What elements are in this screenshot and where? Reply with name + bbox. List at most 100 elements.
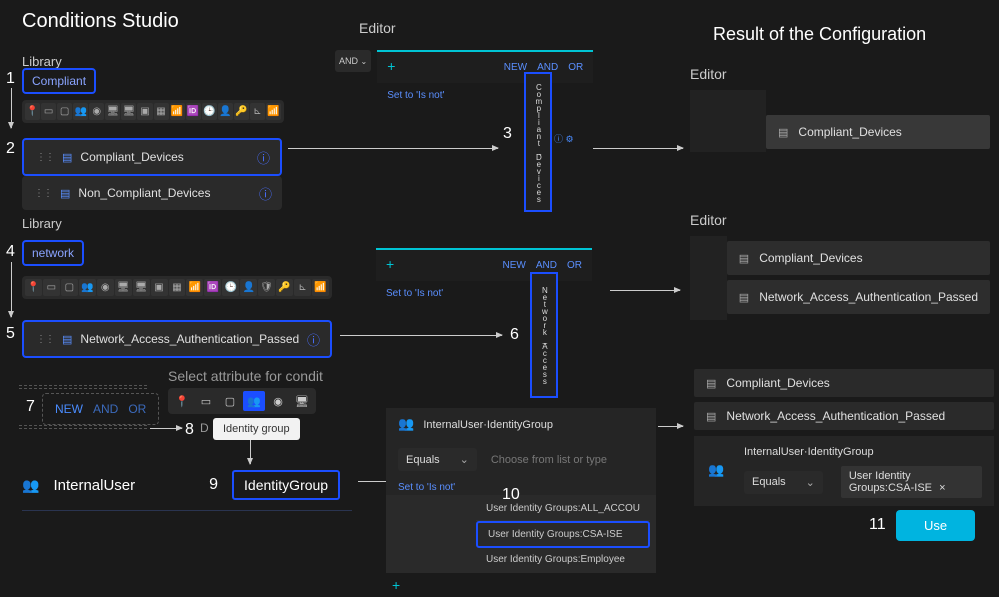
- and-operator[interactable]: AND ⌄: [335, 50, 371, 72]
- result-compliant-3[interactable]: ▤ Compliant_Devices: [694, 369, 994, 397]
- doc-icon: ▤: [60, 187, 70, 200]
- signal-icon[interactable]: 📶: [170, 103, 185, 120]
- tag-or[interactable]: OR: [567, 260, 582, 271]
- identity-group-icon[interactable]: 👥: [243, 391, 265, 411]
- info-small-icon[interactable]: ⓘ ⚙: [554, 132, 574, 145]
- tag-or[interactable]: OR: [568, 62, 583, 73]
- clock-icon[interactable]: 🕒: [222, 279, 239, 296]
- choose-placeholder[interactable]: Choose from list or type: [491, 454, 607, 466]
- result-network-auth[interactable]: ▤ Network_Access_Authentication_Passed: [727, 280, 990, 314]
- editor-input-2[interactable]: + NEW AND OR: [376, 248, 592, 281]
- dot-icon[interactable]: ◉: [97, 279, 114, 296]
- plus-icon[interactable]: +: [392, 577, 400, 593]
- library-label-1: Library: [22, 54, 62, 69]
- plus-icon[interactable]: +: [386, 256, 394, 275]
- square-icon[interactable]: ▢: [57, 103, 72, 120]
- arrow-10-result: [658, 426, 683, 427]
- monitor-icon[interactable]: 🖥: [115, 279, 132, 296]
- signal-icon[interactable]: 📶: [186, 279, 203, 296]
- shield-icon[interactable]: 🛡: [258, 279, 275, 296]
- monitor-icon[interactable]: 🖥: [291, 391, 313, 411]
- search-box-1[interactable]: Compliant: [22, 68, 96, 94]
- csa-ise-chip[interactable]: User Identity Groups:CSA-ISE ×: [841, 466, 982, 498]
- info-icon[interactable]: ⓘ: [257, 148, 270, 167]
- dotted-bot: [19, 425, 147, 429]
- set-to-link[interactable]: Set to 'Is not': [387, 90, 444, 101]
- wifi-icon[interactable]: 📶: [312, 279, 329, 296]
- equals-select[interactable]: Equals: [398, 448, 477, 471]
- cond-label-row: 👥 InternalUser·IdentityGroup: [386, 408, 656, 440]
- opt-csa-ise[interactable]: User Identity Groups:CSA-ISE: [476, 521, 650, 548]
- clock-icon[interactable]: 🕒: [202, 103, 217, 120]
- doc-icon: ▤: [62, 333, 72, 346]
- lib-item-network-auth[interactable]: ⋮⋮ ▤ Network_Access_Authentication_Passe…: [22, 320, 332, 358]
- user-icon[interactable]: 👤: [240, 279, 257, 296]
- card-icon[interactable]: ▭: [41, 103, 56, 120]
- pin-icon[interactable]: 📍: [25, 279, 42, 296]
- attr-icon-row[interactable]: 📍 ▭ ▢ 👥 ◉ 🖥: [168, 388, 316, 414]
- logic-selector[interactable]: NEW AND OR: [42, 393, 159, 425]
- result-compliant[interactable]: ▤ Compliant_Devices: [766, 115, 990, 149]
- info-icon[interactable]: ⓘ: [307, 330, 320, 349]
- set-to-link-2[interactable]: Set to 'Is not': [386, 288, 443, 299]
- user-icon[interactable]: 👤: [218, 103, 233, 120]
- window-icon[interactable]: ▣: [137, 103, 152, 120]
- editor-input[interactable]: + NEW AND OR: [377, 50, 593, 83]
- id-icon[interactable]: 🆔: [186, 103, 201, 120]
- step-5: 5: [6, 325, 15, 343]
- drag-handle-icon[interactable]: ⋮⋮: [34, 188, 52, 199]
- close-icon[interactable]: ×: [939, 482, 945, 494]
- group-icon[interactable]: 👥: [79, 279, 96, 296]
- card-icon[interactable]: ▭: [195, 391, 217, 411]
- people-icon: 👥: [708, 462, 724, 478]
- plus-icon[interactable]: +: [387, 58, 395, 77]
- or-button[interactable]: OR: [128, 402, 146, 416]
- vertical-compliant-box[interactable]: Compliant_Devices: [524, 72, 552, 212]
- vertical-network-box[interactable]: Network_Access: [530, 272, 558, 398]
- result-compliant-2[interactable]: ▤ Compliant_Devices: [727, 241, 990, 275]
- new-button[interactable]: NEW: [55, 402, 83, 416]
- step-3: 3: [503, 125, 512, 143]
- equals-select-result[interactable]: Equals: [744, 471, 823, 494]
- net-icon[interactable]: ⊾: [250, 103, 265, 120]
- net-icon[interactable]: ⊾: [294, 279, 311, 296]
- drag-handle-icon[interactable]: ⋮⋮: [36, 152, 54, 163]
- lib-item-compliant-devices[interactable]: ⋮⋮ ▤ Compliant_Devices ⓘ: [22, 138, 282, 176]
- info-icon[interactable]: ⓘ: [259, 184, 272, 203]
- window2-icon[interactable]: ▦: [169, 279, 186, 296]
- pin-icon[interactable]: 📍: [171, 391, 193, 411]
- wifi-icon[interactable]: 📶: [266, 103, 281, 120]
- window2-icon[interactable]: ▦: [154, 103, 169, 120]
- internal-user-row[interactable]: 👥 InternalUser 9 IdentityGroup: [22, 460, 352, 511]
- result-empty-slot: [690, 90, 766, 152]
- dot-icon[interactable]: ◉: [89, 103, 104, 120]
- window-icon[interactable]: ▣: [151, 279, 168, 296]
- drag-handle-icon[interactable]: ⋮⋮: [36, 334, 54, 345]
- tag-new[interactable]: NEW: [503, 260, 526, 271]
- key-icon[interactable]: 🔑: [234, 103, 249, 120]
- icon-strip-1[interactable]: 📍 ▭ ▢ 👥 ◉ 🖥 🖥 ▣ ▦ 📶 🆔 🕒 👤 🔑 ⊾ 📶: [22, 100, 284, 123]
- square-icon[interactable]: ▢: [219, 391, 241, 411]
- lib-item-non-compliant[interactable]: ⋮⋮ ▤ Non_Compliant_Devices ⓘ: [22, 176, 282, 210]
- icon-strip-2[interactable]: 📍 ▭ ▢ 👥 ◉ 🖥 🖥 ▣ ▦ 📶 🆔 🕒 👤 🛡 🔑 ⊾ 📶: [22, 276, 332, 299]
- group-icon[interactable]: 👥: [73, 103, 88, 120]
- dot-icon[interactable]: ◉: [267, 391, 289, 411]
- square-icon[interactable]: ▢: [61, 279, 78, 296]
- and-button[interactable]: AND: [93, 402, 118, 416]
- result-network-auth-3[interactable]: ▤ Network_Access_Authentication_Passed: [694, 402, 994, 430]
- tag-and[interactable]: AND: [536, 260, 557, 271]
- id-icon[interactable]: 🆔: [204, 279, 221, 296]
- identity-group-box[interactable]: IdentityGroup: [232, 470, 340, 500]
- use-button[interactable]: Use: [896, 510, 975, 541]
- key-icon[interactable]: 🔑: [276, 279, 293, 296]
- pin-icon[interactable]: 📍: [25, 103, 40, 120]
- opt-employee[interactable]: User Identity Groups:Employee: [476, 548, 650, 571]
- monitor2-icon[interactable]: 🖥: [121, 103, 136, 120]
- condition-panel: 👥 InternalUser·IdentityGroup Equals Choo…: [386, 408, 656, 597]
- set-to-link-3[interactable]: Set to 'Is not': [398, 482, 455, 493]
- search-box-2[interactable]: network: [22, 240, 84, 266]
- monitor-icon[interactable]: 🖥: [105, 103, 120, 120]
- monitor2-icon[interactable]: 🖥: [133, 279, 150, 296]
- result-title: Result of the Configuration: [713, 24, 926, 45]
- card-icon[interactable]: ▭: [43, 279, 60, 296]
